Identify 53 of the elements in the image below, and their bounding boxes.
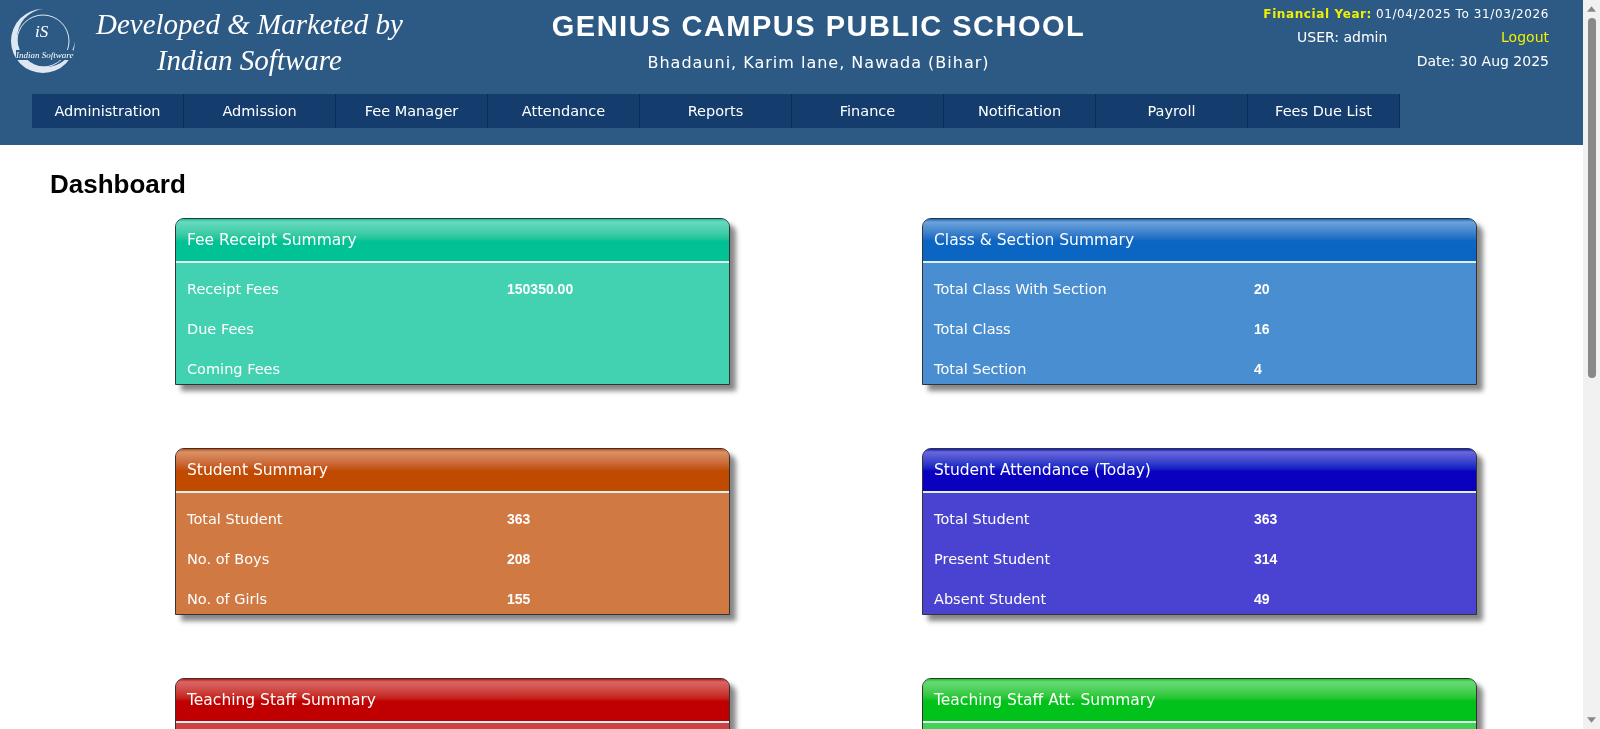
card-title: Class & Section Summary <box>934 231 1135 249</box>
row-value: 4 <box>1253 361 1263 377</box>
row-label: Total Student <box>187 511 284 527</box>
card-title: Teaching Staff Summary <box>187 691 377 709</box>
card-title: Fee Receipt Summary <box>187 231 357 249</box>
row-label: Receipt Fees <box>187 281 280 297</box>
card-title: Student Summary <box>187 461 328 479</box>
nav-menu-item[interactable]: Notification <box>944 94 1096 128</box>
logout-link[interactable]: Logout <box>1501 29 1549 45</box>
user-label: USER: admin <box>1297 29 1388 45</box>
row-value: 150350.00 <box>506 281 575 297</box>
row-value: 363 <box>506 511 532 527</box>
date-label: Date: 30 Aug 2025 <box>1416 53 1549 69</box>
school-address: Bhadauni, Karim lane, Nawada (Bihar) <box>647 53 990 72</box>
logo-mark: iS <box>35 22 49 42</box>
nav-menu-item[interactable]: Finance <box>792 94 944 128</box>
logo-caption: Indian Software <box>16 50 74 60</box>
card-title: Student Attendance (Today) <box>934 461 1151 479</box>
row-label: Absent Student <box>934 591 1048 607</box>
nav-menu-item[interactable]: Fee Manager <box>336 94 488 128</box>
row-value: 363 <box>1253 511 1279 527</box>
scroll-down-icon[interactable] <box>1587 717 1596 723</box>
row-value: 49 <box>1253 591 1271 607</box>
card-title: Teaching Staff Att. Summary <box>934 691 1156 709</box>
row-value: 155 <box>506 591 532 607</box>
nav-menu-item[interactable]: Payroll <box>1096 94 1248 128</box>
row-label: Total Section <box>934 361 1028 377</box>
nav-menu-item[interactable]: Admission <box>184 94 336 128</box>
nav-menu-item[interactable]: Administration <box>32 94 184 128</box>
tagline: Developed & Marketed by <box>96 7 403 42</box>
row-label: Total Student <box>934 511 1031 527</box>
scroll-thumb[interactable] <box>1587 18 1596 378</box>
row-label: Due Fees <box>187 321 255 337</box>
nav-menu-item[interactable]: Attendance <box>488 94 640 128</box>
tagline: Indian Software <box>156 43 342 78</box>
row-label: Total Class <box>934 321 1012 337</box>
row-label: No. of Boys <box>187 551 271 567</box>
row-label: Coming Fees <box>187 361 282 377</box>
scrollbar[interactable] <box>1583 0 1600 729</box>
nav-menu-item[interactable]: Fees Due List <box>1248 94 1400 128</box>
nav-menu-item[interactable]: Reports <box>640 94 792 128</box>
row-value: 20 <box>1253 281 1271 297</box>
row-label: Total Class With Section <box>934 281 1108 297</box>
financial-year: 01/04/2025 To 31/03/2026 <box>1376 7 1549 21</box>
row-label: Present Student <box>934 551 1052 567</box>
page-title: Dashboard <box>50 169 187 200</box>
school-name: GENIUS CAMPUS PUBLIC SCHOOL <box>551 10 1086 43</box>
financial-year-label: Financial Year: <box>1263 7 1372 21</box>
row-value: 208 <box>506 551 532 567</box>
scroll-up-icon[interactable] <box>1587 6 1596 12</box>
row-label: No. of Girls <box>187 591 269 607</box>
row-value: 16 <box>1253 321 1271 337</box>
row-value: 314 <box>1253 551 1279 567</box>
